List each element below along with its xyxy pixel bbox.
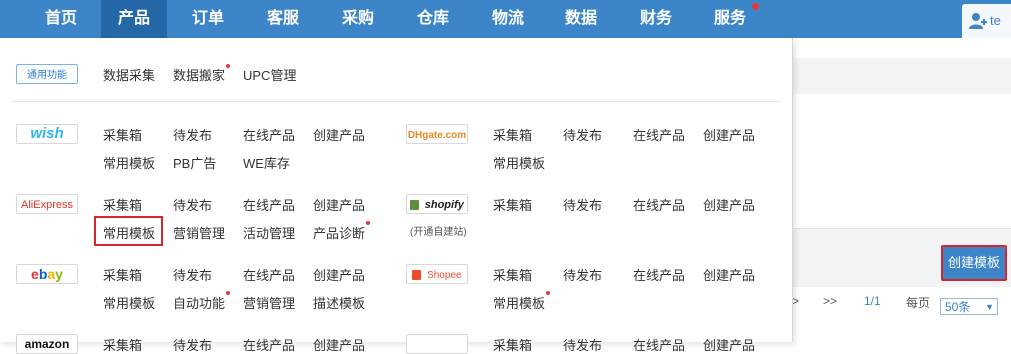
aliexpress-logo-text: AliExpress (21, 199, 73, 211)
ebay-logo: ebay (16, 264, 78, 284)
wish-to-publish[interactable]: 待发布 (173, 125, 212, 144)
link-data-migration[interactable]: 数据搬家 (173, 65, 225, 84)
shopify-to-publish[interactable]: 待发布 (563, 195, 602, 214)
wish-logo: wish (16, 124, 78, 144)
bg-header-bar (792, 58, 1011, 95)
shopee-common-templates[interactable]: 常用模板 (493, 293, 545, 312)
shopify-open-site-note: (开通自建站) (410, 227, 467, 238)
ebay-to-publish[interactable]: 待发布 (173, 265, 212, 284)
shopee-logo: Shopee (406, 264, 468, 284)
dhgate-create-product[interactable]: 创建产品 (703, 125, 755, 144)
ebay-create-product[interactable]: 创建产品 (313, 265, 365, 284)
shopify-online-products[interactable]: 在线产品 (633, 195, 685, 214)
extra-create-product[interactable]: 创建产品 (703, 335, 755, 354)
nav-finance[interactable]: 财务 (623, 0, 689, 38)
ebay-common-templates[interactable]: 常用模板 (103, 293, 155, 312)
extra-collection-box[interactable]: 采集箱 (493, 335, 532, 354)
new-dot (366, 221, 370, 225)
shopee-collection-box[interactable]: 采集箱 (493, 265, 532, 284)
wish-pb-ads[interactable]: PB广告 (173, 153, 216, 172)
ebay-automation[interactable]: 自动功能 (173, 293, 225, 312)
nav-product[interactable]: 产品 (101, 0, 167, 38)
amazon-collection-box[interactable]: 采集箱 (103, 335, 142, 354)
amazon-logo-text: amazon (24, 337, 70, 351)
shopify-collection-box[interactable]: 采集箱 (493, 195, 532, 214)
aliexpress-product-diagnosis[interactable]: 产品诊断 (313, 223, 365, 242)
create-template-button[interactable]: 创建模板 (941, 245, 1007, 281)
product-dropdown-menu: 通用功能 数据采集 数据搬家 UPC管理 wish 采集箱 待发布 在线产品 创… (0, 38, 793, 354)
link-data-collection[interactable]: 数据采集 (103, 65, 155, 84)
aliexpress-online-products[interactable]: 在线产品 (243, 195, 295, 214)
user-menu[interactable]: te (962, 4, 1011, 38)
user-icon (969, 13, 987, 29)
amazon-create-product[interactable]: 创建产品 (313, 335, 365, 354)
pager-per-page-label: 每页 (906, 296, 931, 310)
top-nav: 首页 产品 订单 客服 采购 仓库 物流 数据 财务 服务 te (0, 0, 1011, 38)
shopee-logo-text: Shopee (427, 270, 462, 281)
bg-row (792, 38, 1011, 58)
user-name: te (990, 13, 1001, 28)
aliexpress-campaigns[interactable]: 活动管理 (243, 223, 295, 242)
aliexpress-to-publish[interactable]: 待发布 (173, 195, 212, 214)
per-page-select[interactable]: 50条 ▼ (940, 298, 998, 315)
nav-home[interactable]: 首页 (28, 0, 94, 38)
amazon-to-publish[interactable]: 待发布 (173, 335, 212, 354)
shopee-create-product[interactable]: 创建产品 (703, 265, 755, 284)
dhgate-online-products[interactable]: 在线产品 (633, 125, 685, 144)
pager-next[interactable]: > (792, 294, 799, 308)
wish-collection-box[interactable]: 采集箱 (103, 125, 142, 144)
ebay-marketing[interactable]: 营销管理 (243, 293, 295, 312)
aliexpress-collection-box[interactable]: 采集箱 (103, 195, 142, 214)
bg-filter-area (792, 94, 1011, 229)
shopee-bag-icon (412, 269, 422, 280)
notification-dot (752, 3, 759, 10)
new-dot (546, 291, 550, 295)
wish-logo-text: wish (30, 125, 64, 142)
link-upc-management[interactable]: UPC管理 (243, 65, 296, 84)
wish-we-stock[interactable]: WE库存 (243, 153, 290, 172)
nav-logistics[interactable]: 物流 (475, 0, 541, 38)
platform-logo (406, 334, 468, 354)
ebay-description-templates[interactable]: 描述模板 (313, 293, 365, 312)
dhgate-to-publish[interactable]: 待发布 (563, 125, 602, 144)
aliexpress-logo: AliExpress (16, 194, 78, 214)
shopify-logo: shopify (406, 194, 468, 214)
shopify-logo-text: shopify (424, 199, 464, 211)
nav-purchasing[interactable]: 采购 (325, 0, 391, 38)
nav-data[interactable]: 数据 (548, 0, 614, 38)
wish-common-templates[interactable]: 常用模板 (103, 153, 155, 172)
aliexpress-marketing[interactable]: 营销管理 (173, 223, 225, 242)
divider (12, 101, 781, 102)
ebay-online-products[interactable]: 在线产品 (243, 265, 295, 284)
extra-to-publish[interactable]: 待发布 (563, 335, 602, 354)
dhgate-logo: DHgate.com (406, 124, 468, 144)
chevron-down-icon: ▼ (985, 302, 994, 312)
new-dot (226, 291, 230, 295)
shopee-to-publish[interactable]: 待发布 (563, 265, 602, 284)
amazon-online-products[interactable]: 在线产品 (243, 335, 295, 354)
per-page-value: 50条 (945, 300, 971, 314)
shopify-create-product[interactable]: 创建产品 (703, 195, 755, 214)
wish-online-products[interactable]: 在线产品 (243, 125, 295, 144)
shopify-bag-icon (410, 199, 420, 210)
nav-orders[interactable]: 订单 (175, 0, 241, 38)
pager-page: 1/1 (864, 294, 881, 308)
aliexpress-create-product[interactable]: 创建产品 (313, 195, 365, 214)
pager-last[interactable]: >> (823, 294, 837, 308)
nav-customer-service[interactable]: 客服 (250, 0, 316, 38)
extra-online-products[interactable]: 在线产品 (633, 335, 685, 354)
dhgate-common-templates[interactable]: 常用模板 (493, 153, 545, 172)
ebay-collection-box[interactable]: 采集箱 (103, 265, 142, 284)
nav-warehouse[interactable]: 仓库 (400, 0, 466, 38)
dhgate-collection-box[interactable]: 采集箱 (493, 125, 532, 144)
highlight-box (94, 216, 163, 246)
wish-create-product[interactable]: 创建产品 (313, 125, 365, 144)
dhgate-logo-text: DHgate.com (407, 130, 467, 141)
shopee-online-products[interactable]: 在线产品 (633, 265, 685, 284)
ebay-logo-text: ebay (31, 266, 63, 282)
amazon-logo: amazon (16, 334, 78, 354)
new-dot (226, 64, 230, 68)
general-functions-label: 通用功能 (27, 70, 67, 81)
general-functions-logo: 通用功能 (16, 64, 78, 84)
